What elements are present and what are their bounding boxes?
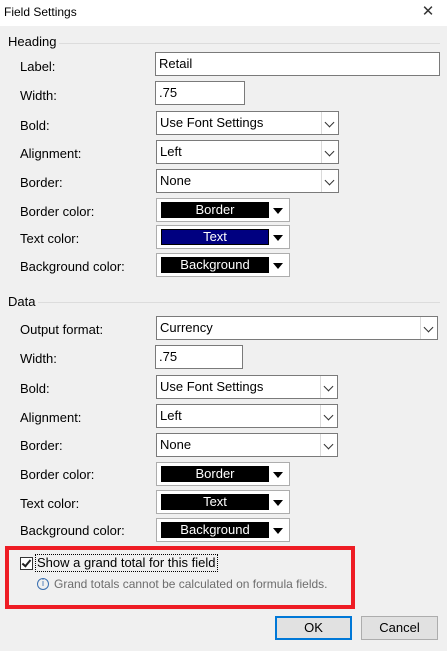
heading-border-color-picker[interactable]: Border bbox=[156, 198, 290, 222]
chevron-down-icon[interactable] bbox=[320, 405, 337, 427]
data-border-color-caption: Border color: bbox=[20, 467, 95, 482]
heading-label-value: Retail bbox=[159, 56, 193, 71]
data-width-caption: Width: bbox=[20, 351, 57, 366]
close-icon[interactable]: ✕ bbox=[413, 0, 443, 24]
data-bold-caption: Bold: bbox=[20, 381, 50, 396]
chevron-down-icon[interactable] bbox=[320, 434, 337, 456]
heading-border-color-swatch: Border bbox=[161, 202, 269, 218]
data-border-color-swatch: Border bbox=[161, 466, 269, 482]
heading-bg-color-picker[interactable]: Background bbox=[156, 253, 290, 277]
heading-width-field[interactable]: .75 bbox=[155, 81, 245, 105]
dropdown-triangle-icon bbox=[273, 208, 283, 214]
dropdown-triangle-icon bbox=[273, 500, 283, 506]
dropdown-triangle-icon bbox=[273, 472, 283, 478]
cancel-button[interactable]: Cancel bbox=[361, 616, 438, 640]
chevron-down-icon[interactable] bbox=[321, 170, 338, 192]
heading-border-value: None bbox=[160, 173, 192, 188]
data-output-format-dropdown[interactable]: Currency bbox=[156, 316, 438, 340]
data-alignment-caption: Alignment: bbox=[20, 410, 82, 425]
data-bg-color-picker[interactable]: Background bbox=[156, 518, 290, 542]
heading-group-label: Heading bbox=[8, 34, 60, 49]
data-alignment-dropdown[interactable]: Left bbox=[156, 404, 338, 428]
heading-alignment-caption: Alignment: bbox=[20, 146, 82, 161]
data-text-color-picker[interactable]: Text bbox=[156, 490, 290, 514]
heading-bold-dropdown[interactable]: Use Font Settings bbox=[156, 111, 339, 135]
chevron-down-icon[interactable] bbox=[321, 141, 338, 163]
heading-bg-color-caption: Background color: bbox=[20, 259, 125, 274]
data-alignment-value: Left bbox=[160, 408, 182, 423]
data-bg-color-swatch: Background bbox=[161, 522, 269, 538]
data-border-value: None bbox=[160, 437, 192, 452]
grand-total-info-text: Grand totals cannot be calculated on for… bbox=[54, 577, 328, 591]
heading-text-color-swatch: Text bbox=[161, 229, 269, 245]
heading-text-color-caption: Text color: bbox=[20, 231, 80, 246]
data-bold-value: Use Font Settings bbox=[160, 379, 264, 394]
data-bold-dropdown[interactable]: Use Font Settings bbox=[156, 375, 338, 399]
checkmark-icon bbox=[21, 557, 32, 568]
data-output-format-value: Currency bbox=[160, 320, 213, 335]
data-width-field[interactable]: .75 bbox=[155, 345, 243, 369]
data-group-line bbox=[8, 302, 440, 303]
dialog-body: Heading Label: Retail Width: .75 Bold: U… bbox=[0, 26, 447, 651]
heading-border-dropdown[interactable]: None bbox=[156, 169, 339, 193]
chevron-down-icon[interactable] bbox=[321, 112, 338, 134]
data-text-color-caption: Text color: bbox=[20, 496, 80, 511]
heading-bold-value: Use Font Settings bbox=[160, 115, 264, 130]
heading-border-color-caption: Border color: bbox=[20, 204, 95, 219]
heading-label-field[interactable]: Retail bbox=[155, 52, 440, 76]
heading-alignment-dropdown[interactable]: Left bbox=[156, 140, 339, 164]
heading-label-caption: Label: bbox=[20, 59, 56, 74]
heading-width-caption: Width: bbox=[20, 88, 57, 103]
data-border-color-picker[interactable]: Border bbox=[156, 462, 290, 486]
data-border-caption: Border: bbox=[20, 438, 63, 453]
info-icon: i bbox=[37, 578, 49, 590]
dropdown-triangle-icon bbox=[273, 528, 283, 534]
data-group-label: Data bbox=[8, 294, 39, 309]
heading-alignment-value: Left bbox=[160, 144, 182, 159]
chevron-down-icon[interactable] bbox=[420, 317, 437, 339]
heading-border-caption: Border: bbox=[20, 175, 63, 190]
data-text-color-swatch: Text bbox=[161, 494, 269, 510]
heading-bg-color-swatch: Background bbox=[161, 257, 269, 273]
heading-group-line bbox=[8, 43, 440, 44]
grand-total-checkbox-label[interactable]: Show a grand total for this field bbox=[35, 554, 218, 572]
ok-button[interactable]: OK bbox=[275, 616, 352, 640]
grand-total-checkbox[interactable] bbox=[20, 557, 33, 570]
data-bg-color-caption: Background color: bbox=[20, 523, 125, 538]
heading-text-color-picker[interactable]: Text bbox=[156, 225, 290, 249]
dropdown-triangle-icon bbox=[273, 235, 283, 241]
data-width-value: .75 bbox=[159, 349, 178, 364]
heading-bold-caption: Bold: bbox=[20, 118, 50, 133]
window-title: Field Settings bbox=[4, 5, 77, 19]
data-output-format-caption: Output format: bbox=[20, 322, 104, 337]
title-bar: Field Settings ✕ bbox=[0, 0, 447, 26]
chevron-down-icon[interactable] bbox=[320, 376, 337, 398]
data-border-dropdown[interactable]: None bbox=[156, 433, 338, 457]
heading-width-value: .75 bbox=[159, 85, 178, 100]
dropdown-triangle-icon bbox=[273, 263, 283, 269]
